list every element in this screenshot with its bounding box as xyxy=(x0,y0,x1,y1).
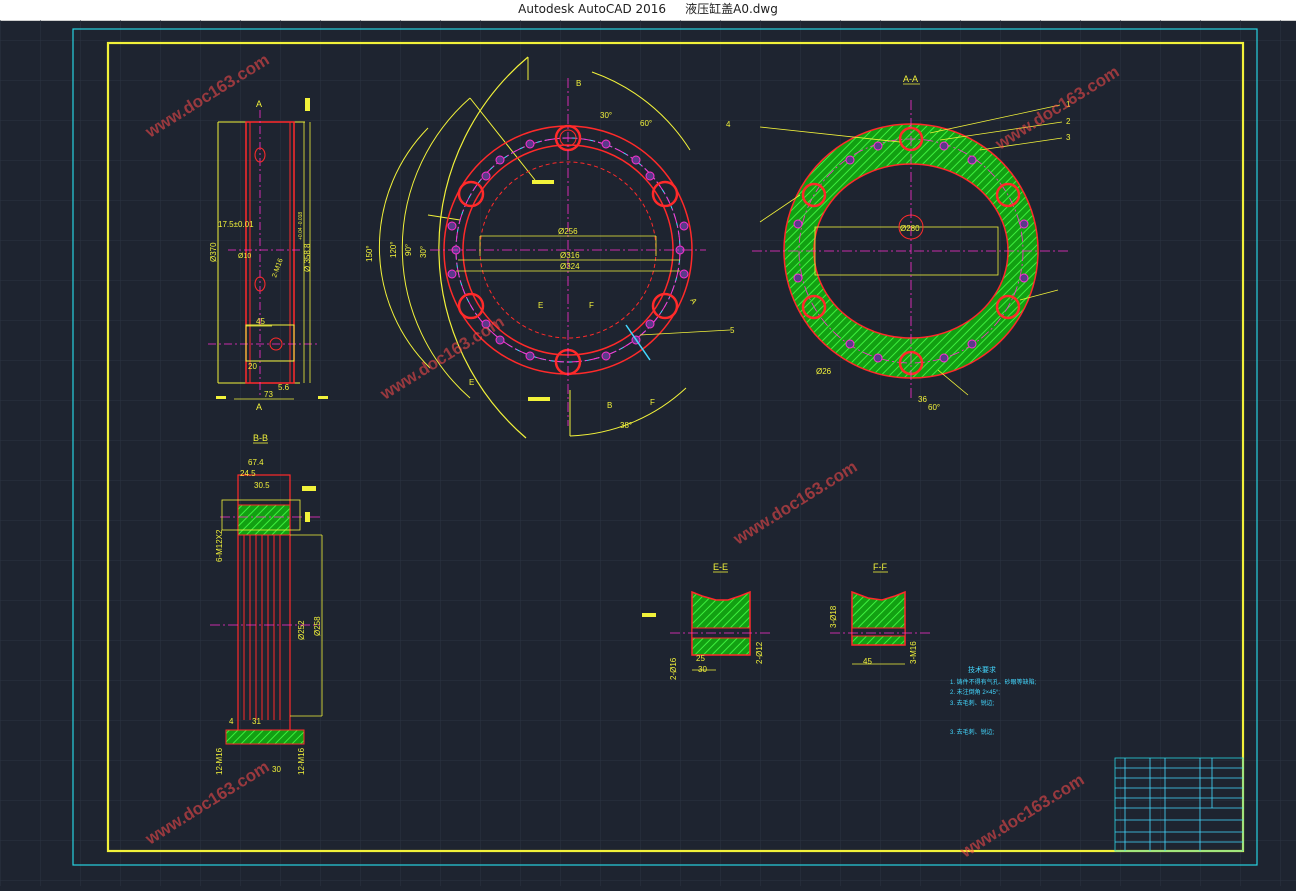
dim-d10: Ø10 xyxy=(238,253,251,260)
dim-d674: 67.4 xyxy=(248,458,264,467)
notes-line3: 3. 去毛刺、锐边; xyxy=(950,699,995,707)
callout-2: 2 xyxy=(1066,117,1071,126)
dim-m12: 6-M12X2 xyxy=(215,529,224,562)
dim-d73: 73 xyxy=(264,390,273,399)
mark-e-inner: E xyxy=(538,301,543,310)
dim-d324: Ø324 xyxy=(560,262,580,271)
dim-d45-ff: 45 xyxy=(863,657,872,666)
dim-d12: 2-Ø12 xyxy=(755,641,764,664)
dim-d258: Ø258 xyxy=(313,616,322,636)
angle-120: 120° xyxy=(389,241,398,258)
dim-d305: 30.5 xyxy=(254,481,270,490)
view-mark-a-bottom: A xyxy=(256,402,262,412)
callout-4: 4 xyxy=(726,120,731,129)
callout-3: 3 xyxy=(1066,133,1071,142)
dim-m16b-left: 12-M16 xyxy=(215,747,224,775)
dim-d256: Ø256 xyxy=(558,227,578,236)
dim-d36: 36 xyxy=(918,395,927,404)
angle-150: 150° xyxy=(365,245,374,262)
dim-tol358: +0.04 -0.018 xyxy=(298,212,304,240)
ff-shape xyxy=(851,590,906,646)
angle-38: 38° xyxy=(620,421,632,430)
drawing-svg[interactable]: A Ø370 Ø 358.8 +0.04 -0.018 17.5±0.01 Ø1… xyxy=(0,20,1296,886)
mark-b-top: B xyxy=(576,79,581,88)
dim-d20: 20 xyxy=(248,362,257,371)
dim-d17: 17.5±0.01 xyxy=(218,220,254,229)
notes-line2: 2. 未注倒角 2×45°; xyxy=(950,688,1000,696)
dim-d25: 25 xyxy=(696,654,705,663)
dim-m16c: 3-M16 xyxy=(909,641,918,664)
mark-b-bottom: B xyxy=(607,401,612,410)
dim-d56: 5.6 xyxy=(278,383,290,392)
notes-line1: 1. 铸件不得有气孔、砂眼等缺陷; xyxy=(950,678,1037,686)
notes-heading: 技术要求 xyxy=(968,665,996,674)
dim-d26: Ø26 xyxy=(816,367,832,376)
dim-d370: Ø370 xyxy=(209,242,218,262)
window-title: Autodesk AutoCAD 2016 液压缸盖A0.dwg xyxy=(518,2,778,16)
angle-60: 60° xyxy=(640,119,652,128)
mark-f-inner: F xyxy=(589,301,594,310)
dim-d252: Ø252 xyxy=(297,620,306,640)
angle-90: 90° xyxy=(404,244,413,256)
mark-e-outer: E xyxy=(469,378,474,387)
dim-d4: 4 xyxy=(229,717,234,726)
callout-5: 5 xyxy=(730,326,735,335)
angle-30-top: 30° xyxy=(600,111,612,120)
dim-d30-ee: 30 xyxy=(698,665,707,674)
dim-m16b-right: 12-M16 xyxy=(297,747,306,775)
ee-shape xyxy=(691,590,751,656)
dim-d280: Ø280 xyxy=(900,224,920,233)
angle-30: 30° xyxy=(419,246,428,258)
dim-d245: 24.5 xyxy=(240,469,256,478)
angle-60-aa: 60° xyxy=(928,403,940,412)
notes-line4: 3. 去毛刺、锐边; xyxy=(950,728,995,736)
section-bb-label: B-B xyxy=(253,433,268,443)
grid xyxy=(0,20,1296,886)
mark-f-outer: F xyxy=(650,398,655,407)
drawing-canvas[interactable]: A Ø370 Ø 358.8 +0.04 -0.018 17.5±0.01 Ø1… xyxy=(0,20,1296,886)
section-ee-label: E-E xyxy=(713,562,728,572)
dim-d218: 3-Ø18 xyxy=(829,605,838,628)
dim-d31: 31 xyxy=(252,717,261,726)
dim-d45: 45 xyxy=(256,317,265,326)
view-mark-a-top: A xyxy=(256,99,262,109)
dim-d358: Ø 358.8 xyxy=(303,243,312,272)
dim-d16: 2-Ø16 xyxy=(669,657,678,680)
section-ff-label: F-F xyxy=(873,562,887,572)
section-aa-label: A-A xyxy=(903,74,918,84)
dim-d30-bb: 30 xyxy=(272,765,281,774)
dim-d316: Ø316 xyxy=(560,251,580,260)
title-bar: Autodesk AutoCAD 2016 液压缸盖A0.dwg xyxy=(0,0,1296,21)
